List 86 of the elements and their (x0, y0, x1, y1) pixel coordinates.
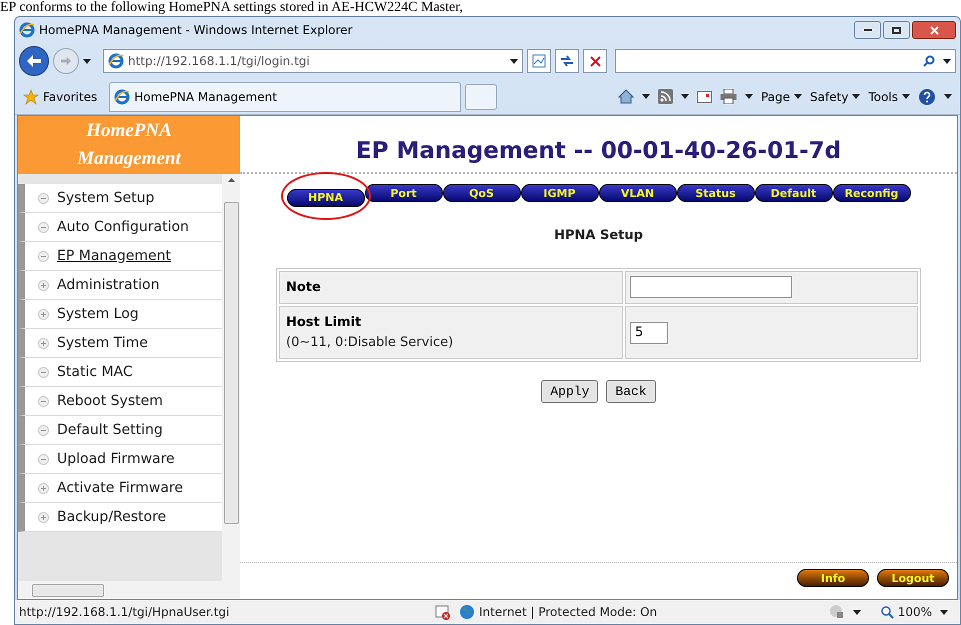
forward-arrow-icon (61, 56, 71, 66)
browser-tab[interactable]: HomePNA Management (109, 82, 462, 112)
form-button[interactable]: Back (606, 380, 656, 403)
search-icon (923, 55, 935, 67)
back-arrow-icon (27, 55, 41, 67)
sidebar-item[interactable]: Default Setting (18, 416, 222, 445)
nav-tab[interactable]: IGMP (520, 184, 598, 202)
stop-icon (590, 56, 600, 66)
help-icon[interactable] (918, 88, 936, 106)
globe-icon (459, 604, 475, 620)
toolbar-menu[interactable]: Page (760, 88, 802, 106)
sidebar-item[interactable]: Administration (18, 271, 222, 300)
minimize-button[interactable] (854, 21, 881, 39)
compatibility-button[interactable] (527, 49, 551, 73)
dropdown-caret-icon[interactable] (642, 94, 650, 99)
status-url: http://192.168.1.1/tgi/HpnaUser.tgi (18, 604, 230, 621)
dropdown-caret-icon[interactable] (510, 58, 518, 64)
dropdown-caret-icon[interactable] (944, 94, 952, 99)
sidebar-item[interactable]: System Log (18, 300, 222, 329)
refresh-icon (560, 55, 574, 67)
close-icon (930, 26, 938, 34)
browser-logo-icon (108, 53, 124, 69)
sidebar-item[interactable]: Backup/Restore (18, 503, 222, 532)
nav-tab[interactable]: QoS (442, 184, 520, 202)
caption-text: EP conforms to the following HomePNA settings stored in AE-HCW224C Master, (0, 0, 463, 16)
nav-tab[interactable]: Port (364, 184, 442, 202)
dropdown-caret-icon[interactable] (943, 58, 951, 64)
dropdown-caret-icon[interactable] (83, 58, 91, 64)
vertical-scrollbar[interactable] (222, 174, 240, 581)
nav-tab[interactable]: Default (754, 184, 832, 202)
toolbar-menu[interactable]: Tools (868, 88, 910, 106)
stop-button[interactable] (583, 49, 607, 73)
toolbar-menu[interactable]: Safety (810, 88, 860, 106)
footer-button[interactable]: Info (797, 569, 869, 587)
search-field[interactable] (615, 49, 956, 73)
dropdown-caret-icon[interactable] (680, 94, 689, 99)
back-button[interactable] (19, 46, 49, 76)
chart-page-icon (532, 54, 546, 68)
favorites-button[interactable]: Favorites (19, 88, 102, 106)
dropdown-caret-icon[interactable] (744, 94, 753, 99)
close-button[interactable] (912, 21, 956, 39)
horizontal-scrollbar[interactable] (18, 581, 240, 599)
dropdown-caret-icon[interactable] (852, 94, 860, 99)
section-title: HPNA Setup (554, 227, 643, 245)
dropdown-caret-icon[interactable] (794, 94, 802, 99)
label-text: Note (286, 278, 322, 296)
security-zone: Internet | Protected Mode: On (479, 604, 658, 621)
sidebar-item[interactable]: Reboot System (18, 387, 222, 416)
dropdown-caret-icon[interactable] (940, 610, 948, 614)
nav-tab[interactable]: Reconfig (832, 184, 910, 202)
zoom-button[interactable]: 100% (880, 603, 932, 621)
text-field[interactable]: 5 (630, 322, 668, 344)
scroll-up-icon[interactable] (228, 178, 234, 182)
text-field[interactable] (630, 276, 792, 298)
form-button[interactable]: Apply (541, 380, 598, 403)
home-icon[interactable] (618, 89, 634, 104)
footer-button[interactable]: Logout (877, 569, 949, 587)
maximize-button[interactable] (883, 21, 910, 39)
feed-icon[interactable] (658, 89, 673, 104)
sidebar-header: HomePNA Management (18, 116, 240, 174)
nav-tab[interactable]: Status (676, 184, 754, 202)
window-title: HomePNA Management - Windows Internet Explorer (39, 22, 352, 39)
address-field[interactable]: http://192.168.1.1/tgi/login.tgi (103, 49, 523, 73)
browser-logo-icon (114, 88, 130, 104)
star-icon (23, 88, 39, 104)
page-title: EP Management -- 00-01-40-26-01-7d (356, 136, 842, 166)
hint-text: (0~11, 0:Disable Service) (286, 334, 454, 352)
sidebar-item[interactable]: Auto Configuration (18, 213, 222, 242)
nav-tab[interactable]: VLAN (598, 184, 676, 202)
label-text: Host Limit (286, 314, 362, 332)
sidebar-item[interactable]: Activate Firmware (18, 474, 222, 503)
blocked-icon (435, 604, 451, 620)
printer-icon[interactable] (720, 89, 737, 104)
protection-icon[interactable] (828, 604, 845, 620)
sidebar-item[interactable]: EP Management (18, 242, 222, 271)
nav-tab[interactable]: HPNA (286, 188, 364, 206)
sidebar-item[interactable]: Upload Firmware (18, 445, 222, 474)
dropdown-caret-icon[interactable] (852, 610, 861, 614)
refresh-button[interactable] (555, 49, 579, 73)
mail-icon[interactable] (696, 90, 712, 102)
sidebar-item[interactable]: System Time (18, 329, 222, 358)
browser-logo-icon (19, 22, 35, 38)
dropdown-caret-icon[interactable] (902, 94, 910, 99)
sidebar-item[interactable]: System Setup (18, 184, 222, 213)
sidebar-item[interactable]: Static MAC (18, 358, 222, 387)
zoom-icon (880, 606, 894, 618)
